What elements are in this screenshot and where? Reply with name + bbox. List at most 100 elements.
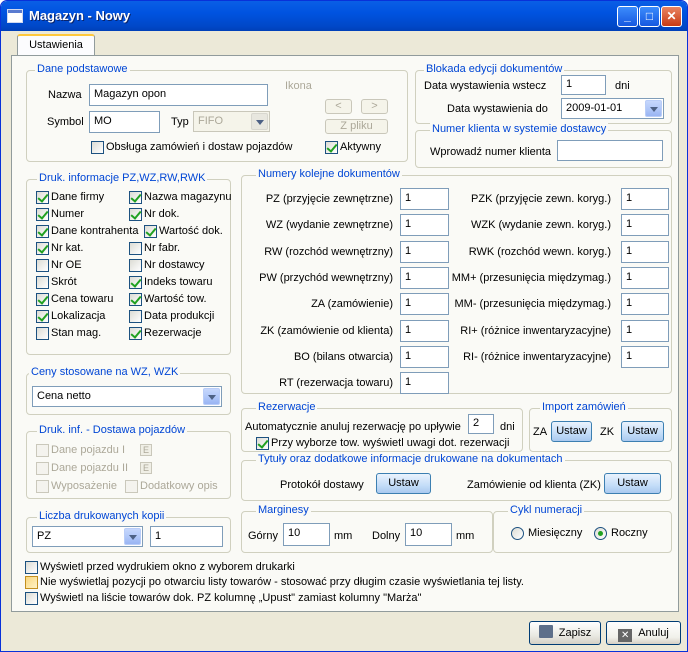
margin-bottom-input[interactable]: 10 — [405, 523, 452, 546]
doc-number-input[interactable]: 1 — [621, 319, 669, 342]
checkbox-box — [256, 437, 269, 450]
checkbox-box — [91, 141, 104, 154]
group-client-number: Numer klienta w systemie dostawcy Wprowa… — [415, 123, 672, 168]
print-info-label: Lokalizacja — [51, 310, 106, 322]
doc-number-input[interactable]: 1 — [621, 293, 669, 316]
name-input[interactable]: Magazyn opon — [89, 84, 268, 106]
print-info-checkbox[interactable]: Cena towaru — [36, 293, 113, 306]
print-info-checkbox[interactable]: Skrót — [36, 276, 77, 289]
show-printer-dialog-checkbox[interactable]: Wyświetl przed wydrukiem okno z wyborem … — [25, 561, 295, 574]
vehicle-data-2-edit-button[interactable]: E — [140, 462, 152, 474]
cycle-yearly-radio[interactable]: Roczny — [594, 527, 648, 540]
import-zk-set-button[interactable]: Ustaw — [621, 421, 664, 442]
zk-set-button[interactable]: Ustaw — [604, 473, 661, 494]
checkbox-box — [129, 327, 142, 340]
maximize-button[interactable]: □ — [639, 6, 660, 27]
print-info-label: Dane kontrahenta — [51, 225, 139, 237]
print-info-checkbox[interactable]: Stan mag. — [36, 327, 101, 340]
group-basic-title: Dane podstawowe — [35, 63, 130, 75]
checkbox-box — [25, 561, 38, 574]
cancel-button[interactable]: ✕ Anuluj — [606, 621, 681, 645]
title-bar[interactable]: Magazyn - Nowy _ □ ✕ — [1, 1, 687, 31]
doc-number-input[interactable]: 1 — [621, 188, 669, 210]
type-value: FIFO — [198, 115, 224, 127]
protocol-set-button[interactable]: Ustaw — [376, 473, 431, 494]
print-info-checkbox[interactable]: Dane firmy — [36, 191, 104, 204]
group-copies-title: Liczba drukowanych kopii — [37, 510, 167, 522]
floppy-icon — [538, 625, 553, 638]
doc-number-input[interactable]: 1 — [400, 293, 449, 316]
vehicle-data-1-edit-button[interactable]: E — [140, 444, 152, 456]
doc-number-input[interactable]: 1 — [400, 345, 449, 368]
doc-number-input[interactable]: 1 — [400, 214, 449, 237]
client-number-input[interactable] — [557, 140, 663, 161]
tab-ustawienia[interactable]: Ustawienia — [17, 34, 95, 56]
doc-number-input[interactable]: 1 — [400, 266, 449, 289]
print-info-checkbox[interactable]: Wartość dok. — [144, 225, 223, 238]
from-file-button[interactable]: Z pliku — [325, 119, 388, 134]
print-info-checkbox[interactable]: Nr dok. — [129, 208, 179, 221]
margin-top-input[interactable]: 10 — [283, 523, 330, 546]
checkbox-box — [36, 208, 49, 221]
group-titles-title: Tytuły oraz dodatkowe informacje drukowa… — [256, 453, 565, 465]
chevron-down-icon — [645, 100, 662, 117]
print-info-label: Nr dok. — [144, 208, 180, 220]
cycle-monthly-radio[interactable]: Miesięczny — [511, 527, 582, 540]
hide-items-checkbox[interactable]: Nie wyświetlaj pozycji po otwarciu listy… — [25, 576, 524, 589]
print-info-checkbox[interactable]: Nr kat. — [36, 242, 83, 255]
checkbox-box — [129, 310, 142, 323]
doc-number-input[interactable]: 1 — [400, 319, 449, 342]
print-info-checkbox[interactable]: Nazwa magazynu — [129, 191, 231, 204]
doc-number-label: RI- (różnice inwentaryzacyjne) — [463, 350, 611, 363]
print-info-checkbox[interactable]: Nr dostawcy — [129, 259, 205, 272]
active-checkbox[interactable]: Aktywny — [325, 141, 381, 154]
extra-desc-checkbox[interactable]: Dodatkowy opis — [125, 480, 218, 493]
type-select[interactable]: FIFO — [193, 111, 270, 132]
doc-number-input[interactable]: 1 — [621, 240, 669, 263]
close-button[interactable]: ✕ — [661, 6, 682, 27]
print-info-checkbox[interactable]: Numer — [36, 208, 84, 221]
symbol-input[interactable]: MO — [89, 111, 160, 133]
print-info-checkbox[interactable]: Dane kontrahenta — [36, 225, 138, 238]
copies-count-input[interactable]: 1 — [150, 526, 223, 547]
print-info-checkbox[interactable]: Indeks towaru — [129, 276, 212, 289]
doc-number-input[interactable]: 1 — [621, 266, 669, 289]
doc-number-input[interactable]: 1 — [621, 345, 669, 368]
discount-column-checkbox[interactable]: Wyświetl na liście towarów dok. PZ kolum… — [25, 592, 421, 605]
reservation-warn-checkbox[interactable]: Przy wyborze tow. wyświetl uwagi dot. re… — [256, 437, 509, 450]
save-button[interactable]: Zapisz — [529, 621, 601, 645]
prices-select[interactable]: Cena netto — [32, 386, 222, 407]
print-info-checkbox[interactable]: Lokalizacja — [36, 310, 105, 323]
equipment-checkbox[interactable]: Wyposażenie — [36, 480, 117, 493]
doc-number-label: PZK (przyjęcie zewn. koryg.) — [471, 193, 611, 205]
doc-number-input[interactable]: 1 — [400, 372, 449, 395]
copies-doc-type-select[interactable]: PZ — [32, 526, 143, 547]
import-za-set-button[interactable]: Ustaw — [551, 421, 592, 442]
to-date-select[interactable]: 2009-01-01 — [561, 98, 664, 119]
to-date-label: Data wystawienia do — [447, 103, 548, 115]
icon-prev-button[interactable]: < — [325, 99, 352, 114]
auto-cancel-days-input[interactable]: 2 — [468, 414, 494, 434]
print-info-label: Numer — [51, 208, 85, 220]
doc-number-input[interactable]: 1 — [400, 240, 449, 263]
print-info-checkbox[interactable]: Rezerwacje — [129, 327, 201, 340]
icon-next-button[interactable]: > — [361, 99, 388, 114]
doc-number-label: RWK (rozchód wewn. koryg.) — [468, 245, 611, 258]
doc-number-input[interactable]: 1 — [400, 188, 449, 210]
print-info-checkbox[interactable]: Nr fabr. — [129, 242, 180, 255]
orders-checkbox[interactable]: Obsługa zamówień i dostaw pojazdów — [91, 141, 293, 154]
group-titles: Tytuły oraz dodatkowe informacje drukowa… — [241, 453, 672, 501]
print-info-checkbox[interactable]: Wartość tow. — [129, 293, 207, 306]
minimize-button[interactable]: _ — [617, 6, 638, 27]
back-date-input[interactable]: 1 — [561, 75, 606, 95]
print-info-checkbox[interactable]: Data produkcji — [129, 310, 214, 323]
doc-number-input[interactable]: 1 — [621, 214, 669, 237]
print-info-checkbox[interactable]: Nr OE — [36, 259, 82, 272]
chevron-down-icon — [251, 113, 268, 130]
vehicle-data-2-checkbox[interactable]: Dane pojazdu II — [36, 462, 128, 475]
symbol-label: Symbol — [47, 116, 84, 128]
group-lock: Blokada edycji dokumentów Data wystawien… — [415, 63, 672, 124]
vehicle-data-1-checkbox[interactable]: Dane pojazdu I — [36, 444, 125, 457]
cancel-button-label: Anuluj — [638, 627, 669, 639]
vehicle-data-1-label: Dane pojazdu I — [51, 444, 125, 456]
